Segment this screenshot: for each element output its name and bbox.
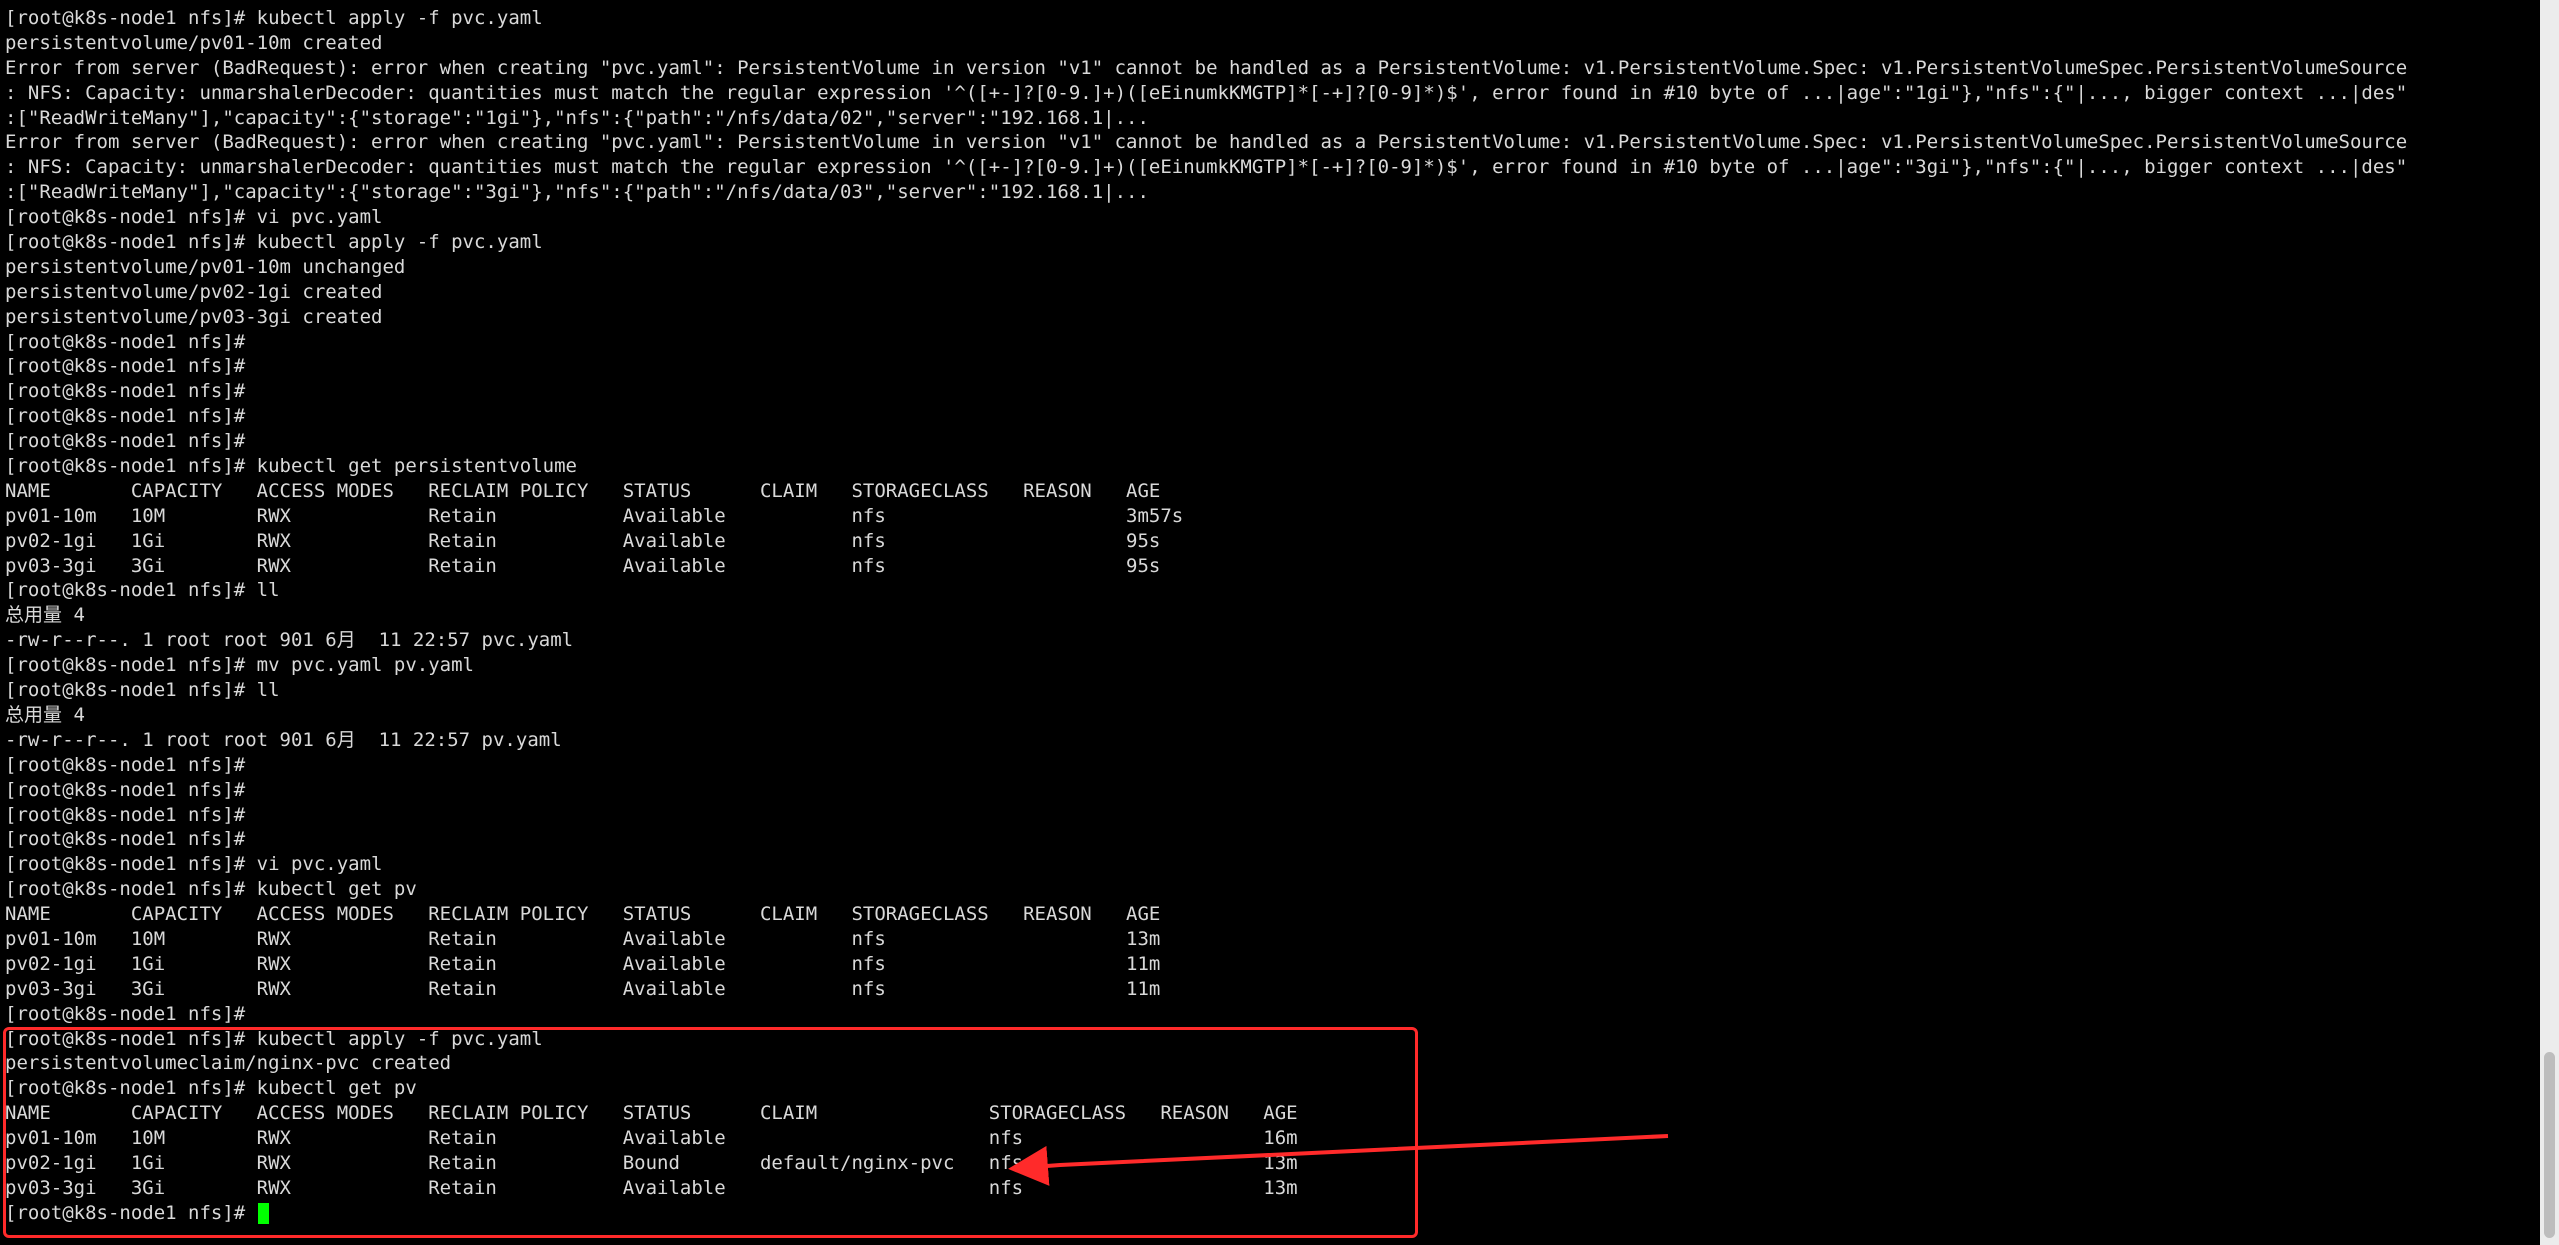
- terminal-window[interactable]: [root@k8s-node1 nfs]# kubectl apply -f p…: [0, 0, 2540, 1245]
- scrollbar-thumb[interactable]: [2544, 1052, 2555, 1238]
- annotation-arrow: [1008, 1134, 1669, 1186]
- annotation-arrow-line: [1008, 1134, 1669, 1186]
- vertical-scrollbar[interactable]: [2540, 0, 2559, 1245]
